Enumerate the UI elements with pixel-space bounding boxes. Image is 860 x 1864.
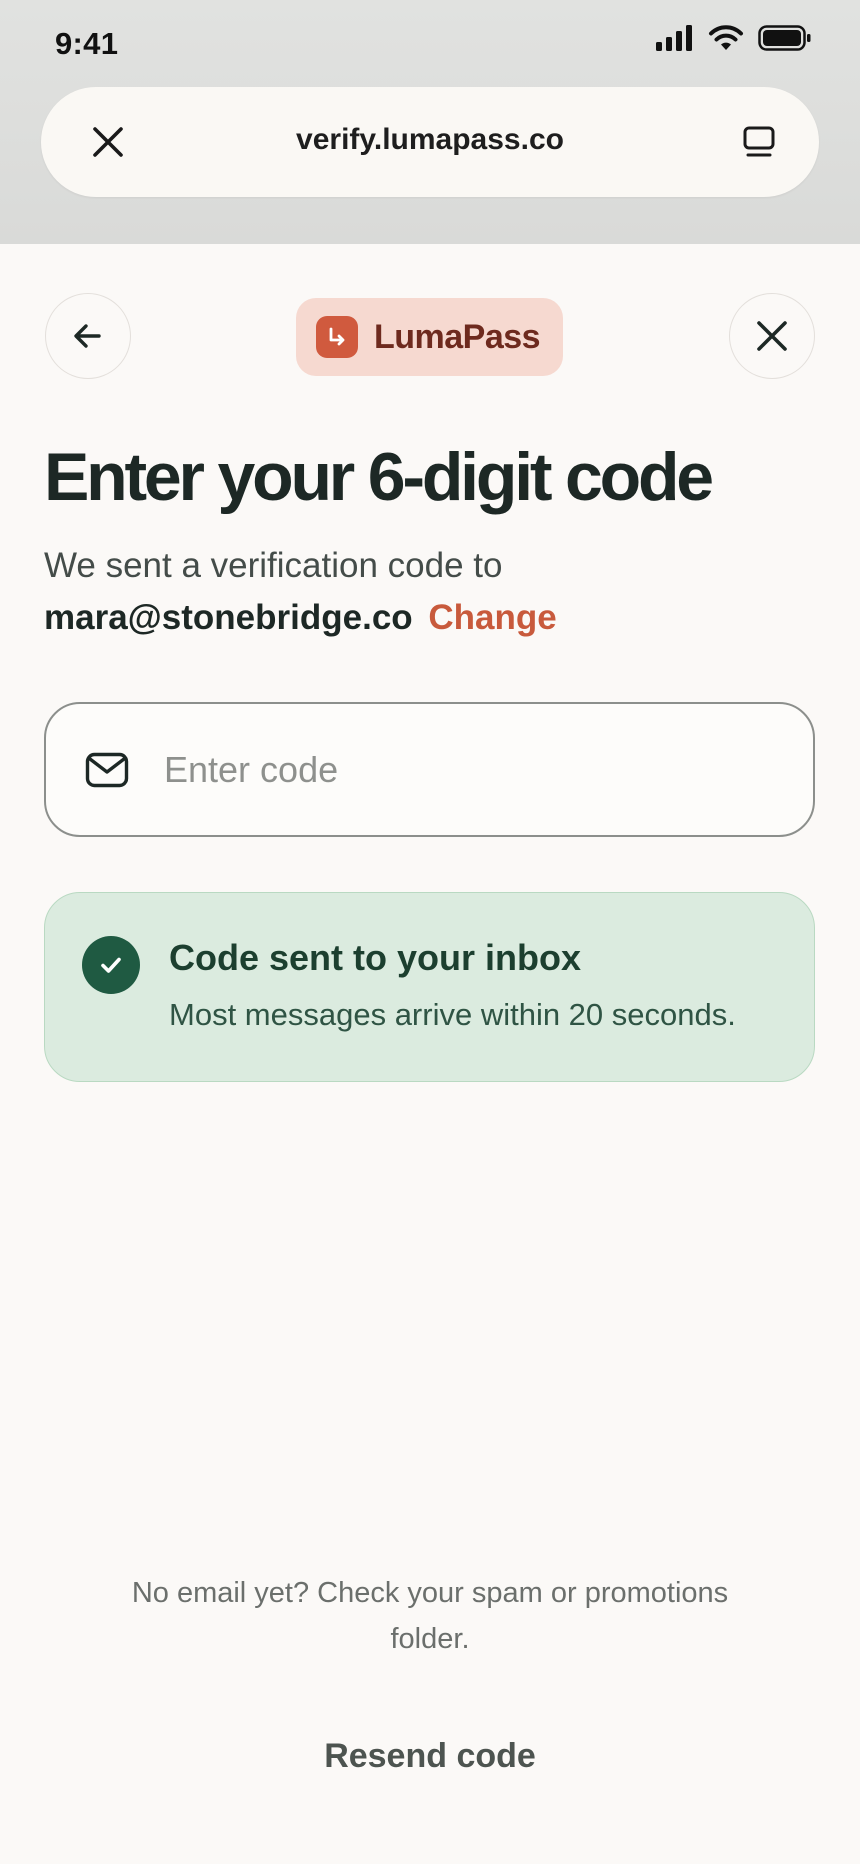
back-button[interactable] <box>45 293 131 379</box>
device-icon <box>743 126 775 157</box>
status-icons <box>656 24 812 52</box>
check-icon <box>82 936 140 994</box>
success-banner: Code sent to your inbox Most messages ar… <box>44 892 815 1082</box>
banner-title: Code sent to your inbox <box>169 937 582 978</box>
arrow-left-icon <box>74 324 101 348</box>
address-bar[interactable]: verify.lumapass.co <box>41 87 819 197</box>
page-title: Enter your 6-digit code <box>44 439 714 515</box>
close-button[interactable] <box>729 293 815 379</box>
change-email-link[interactable]: Change <box>428 598 556 637</box>
wifi-icon <box>709 25 743 50</box>
resend-code-button[interactable]: Resend code <box>0 1737 860 1776</box>
spam-hint: No email yet? Check your spam or promoti… <box>131 1577 729 1655</box>
battery-icon <box>758 25 811 51</box>
device-button[interactable] <box>737 120 781 164</box>
status-time: 9:41 <box>55 26 119 61</box>
close-icon <box>757 321 787 351</box>
banner-text: Most messages arrive within 20 seconds. <box>169 997 736 1032</box>
code-field[interactable] <box>44 702 815 837</box>
email-line: mara@stonebridge.co Change <box>44 598 557 638</box>
brand-name: LumaPass <box>374 317 541 356</box>
email-address: mara@stonebridge.co <box>44 598 413 637</box>
mail-icon <box>85 752 129 788</box>
subtitle: We sent a verification code to <box>44 546 503 585</box>
browser-chrome: 9:41 verify.lumapass.co <box>0 0 860 244</box>
cellular-signal-icon <box>656 25 692 51</box>
code-input[interactable] <box>164 704 764 835</box>
url-text[interactable]: verify.lumapass.co <box>41 123 819 157</box>
brand-badge: LumaPass <box>296 298 563 376</box>
brand-logo-icon <box>316 316 358 358</box>
